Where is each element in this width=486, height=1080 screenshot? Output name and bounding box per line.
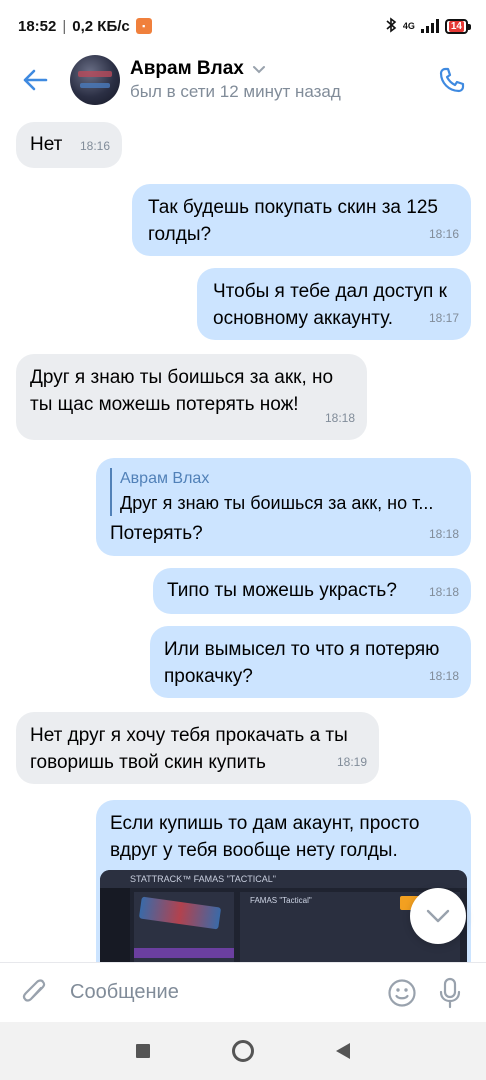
arrow-left-icon	[23, 69, 48, 91]
home-button[interactable]	[193, 1022, 293, 1080]
reply-text: Друг я знаю ты боишься за акк, но т...	[120, 493, 434, 513]
status-speed: 0,2 КБ/с	[72, 17, 130, 35]
system-navigation-bar	[0, 1022, 486, 1080]
message-time: 18:18	[324, 411, 355, 425]
message-composer	[0, 962, 486, 1022]
smile-icon	[388, 978, 416, 1007]
microphone-icon	[439, 977, 461, 1008]
notification-app-icon: ▪	[135, 18, 152, 34]
image-sidebar	[100, 888, 130, 962]
scroll-down-button[interactable]	[410, 888, 466, 944]
contact-name: Аврам Влах	[130, 58, 244, 79]
message-bubble[interactable]: Друг я знаю ты боишься за акк, но ты щас…	[16, 354, 367, 440]
status-time: 18:52	[18, 17, 57, 35]
reply-quote[interactable]: Аврам Влах Друг я знаю ты боишься за акк…	[110, 468, 457, 516]
message-input[interactable]	[70, 981, 378, 1004]
network-type: 4G	[402, 21, 415, 31]
status-right: 4G 14	[385, 16, 472, 36]
message-text: Так будешь покупать скин за 125 голды?	[148, 197, 438, 245]
contact-status: был в сети 12 минут назад	[130, 82, 341, 101]
message-bubble[interactable]: Аврам Влах Друг я знаю ты боишься за акк…	[96, 458, 471, 556]
message-text: Чтобы я тебе дал доступ к основному акка…	[213, 281, 447, 329]
contact-info[interactable]: Аврам Влах был в сети 12 минут назад	[130, 58, 341, 102]
contact-name-row: Аврам Влах	[130, 58, 341, 80]
message-time: 18:16	[428, 227, 459, 241]
call-button[interactable]	[432, 60, 472, 100]
chat-header: Аврам Влах был в сети 12 минут назад	[0, 52, 486, 108]
message-time: 18:19	[336, 755, 367, 769]
message-text: Или вымысел то что я потеряю прокачку?	[164, 639, 440, 687]
image-title: STATTRACK™ FAMAS "TACTICAL"	[130, 874, 276, 884]
message-text: Если купишь то дам акаунт, просто вдруг …	[110, 813, 420, 861]
emoji-button[interactable]	[378, 963, 426, 1023]
message-text: Потерять?	[110, 523, 203, 544]
square-icon	[136, 1044, 150, 1058]
message-bubble[interactable]: Нет друг я хочу тебя прокачать а ты гово…	[16, 712, 379, 784]
message-list[interactable]: Нет 18:16 Так будешь покупать скин за 12…	[0, 110, 486, 962]
message-bubble[interactable]: Чтобы я тебе дал доступ к основному акка…	[197, 268, 471, 340]
status-divider: |	[62, 17, 67, 35]
message-text: Нет друг я хочу тебя прокачать а ты гово…	[30, 725, 348, 773]
message-bubble[interactable]: Так будешь покупать скин за 125 голды? 1…	[132, 184, 471, 256]
avatar[interactable]	[70, 55, 120, 105]
triangle-left-icon	[336, 1043, 350, 1059]
back-button[interactable]	[0, 52, 70, 108]
message-time: 18:18	[428, 669, 459, 683]
message-time: 18:18	[428, 527, 459, 541]
message-bubble[interactable]: Типо ты можешь украсть? 18:18	[153, 568, 471, 614]
attach-button[interactable]	[0, 963, 70, 1023]
paperclip-icon	[22, 978, 46, 1002]
message-time: 18:17	[428, 311, 459, 325]
status-bar: 18:52 | 0,2 КБ/с ▪ 4G 14	[0, 0, 486, 52]
recents-button[interactable]	[93, 1022, 193, 1080]
message-text: Друг я знаю ты боишься за акк, но ты щас…	[30, 367, 334, 415]
image-item-name: FAMAS "Tactical"	[250, 896, 312, 905]
chevron-down-icon	[252, 65, 265, 73]
signal-icon	[420, 19, 439, 33]
message-bubble[interactable]: Или вымысел то что я потеряю прокачку? 1…	[150, 626, 471, 698]
message-time: 18:16	[79, 139, 110, 153]
battery-level: 14	[448, 20, 464, 32]
message-time: 18:18	[428, 585, 459, 599]
voice-message-button[interactable]	[426, 963, 474, 1023]
battery-icon: 14	[444, 18, 472, 34]
status-left: 18:52 | 0,2 КБ/с ▪	[18, 18, 152, 35]
reply-author: Аврам Влах	[120, 470, 210, 487]
phone-icon	[439, 67, 465, 93]
chevron-down-icon	[426, 909, 450, 923]
back-nav-button[interactable]	[293, 1022, 393, 1080]
image-title-bar: STATTRACK™ FAMAS "TACTICAL"	[100, 870, 467, 888]
circle-icon	[232, 1040, 254, 1062]
message-text: Типо ты можешь украсть?	[167, 580, 397, 601]
message-bubble[interactable]: Нет 18:16	[16, 122, 122, 168]
image-item-label-bar	[134, 948, 234, 958]
bluetooth-icon	[385, 16, 397, 36]
